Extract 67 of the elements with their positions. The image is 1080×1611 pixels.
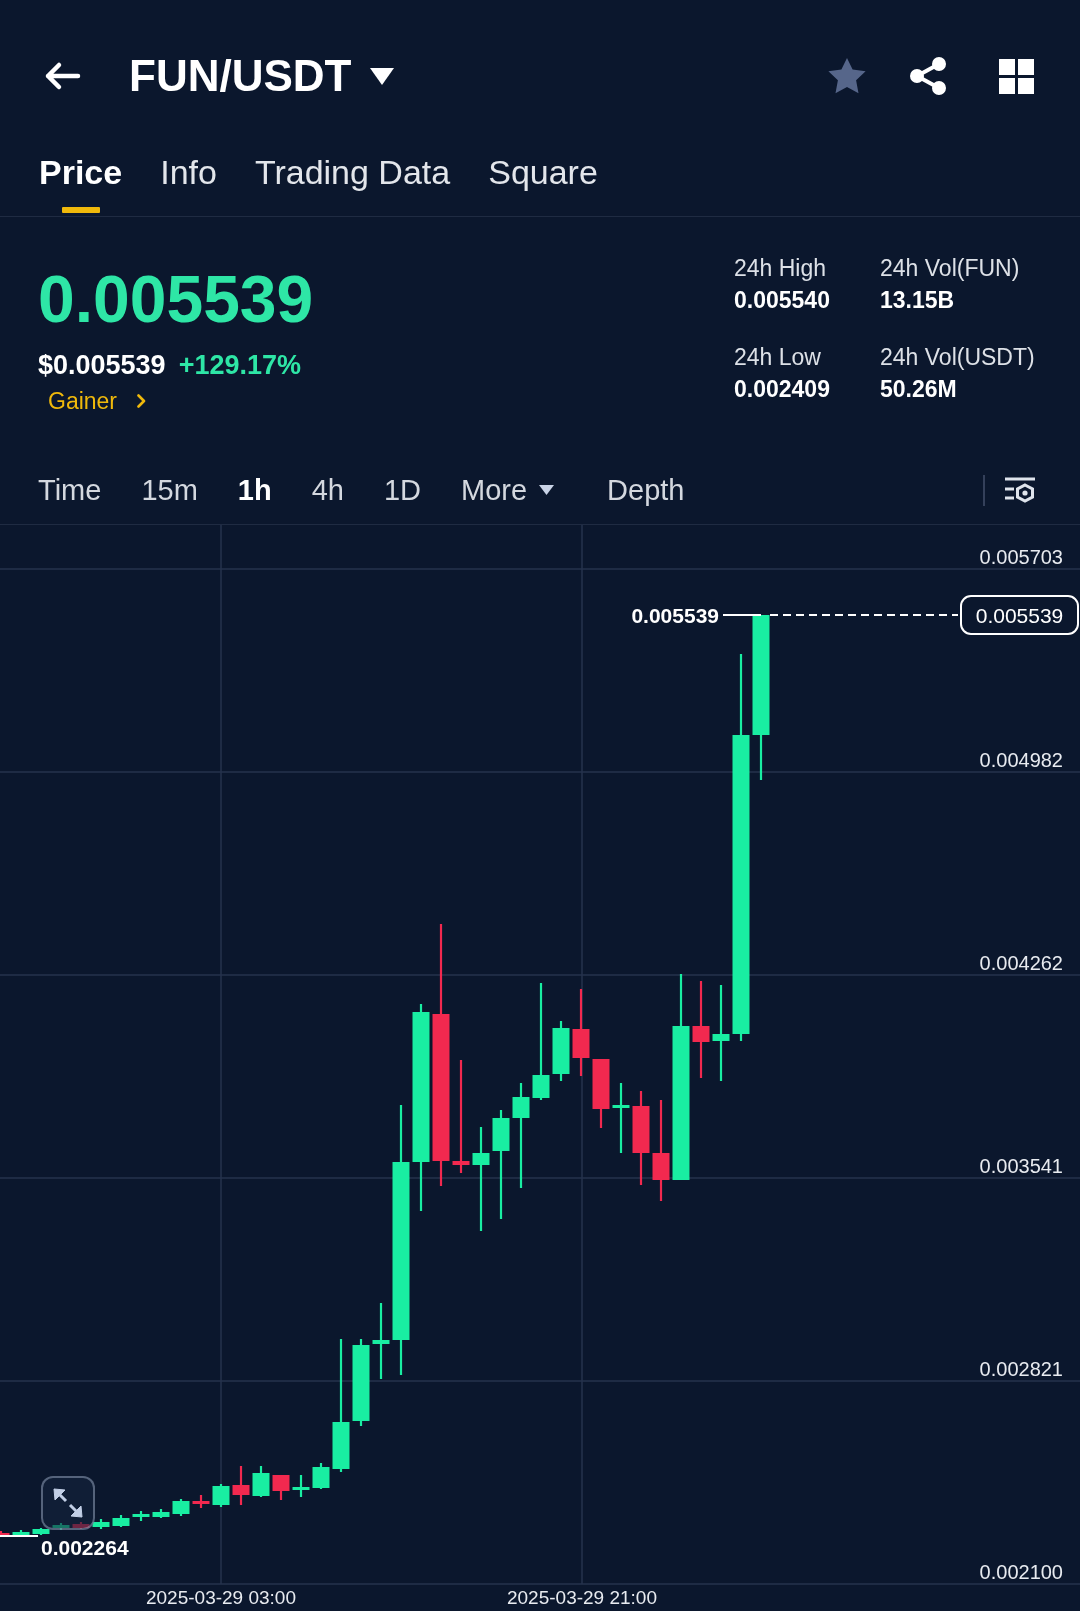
interval-tab[interactable]: 1D [383, 472, 421, 508]
leader-line [722, 614, 762, 616]
candle [312, 1463, 330, 1489]
candle [272, 1475, 290, 1500]
gainer-link[interactable]: Gainer [48, 387, 147, 415]
chart-settings-icon[interactable] [1005, 477, 1035, 503]
tab[interactable]: Info [160, 152, 217, 213]
stat-label: 24h Vol(FUN) [880, 254, 1021, 283]
caret-down-icon [539, 485, 555, 495]
candle [112, 1515, 130, 1527]
price-axis-label: 0.002100 [979, 1561, 1063, 1583]
chevron-right-icon [137, 394, 147, 408]
candle [192, 1495, 210, 1508]
time-axis-label: 2025-03-29 03:00 [146, 1587, 296, 1608]
candle [252, 1466, 270, 1497]
time-axis-label: 2025-03-29 21:00 [507, 1587, 657, 1608]
stat-value: 13.15B [880, 286, 956, 315]
expand-icon [53, 1488, 83, 1518]
candle [292, 1475, 310, 1497]
candle [172, 1499, 190, 1516]
tab[interactable]: Price [39, 152, 123, 213]
candle [12, 1530, 30, 1536]
interval-tab[interactable]: 4h [311, 472, 344, 508]
low-price-label: 0.002264 [41, 1536, 129, 1559]
interval-tab[interactable]: 1h [237, 472, 272, 508]
candle [232, 1466, 250, 1505]
share-icon[interactable] [909, 57, 947, 95]
interval-tab[interactable]: Time [38, 472, 102, 508]
stat-value: 50.26M [880, 375, 958, 404]
grid-icon[interactable] [999, 58, 1034, 94]
price-axis-label: 0.002821 [979, 1358, 1063, 1380]
candle [212, 1484, 230, 1507]
last-price: 0.005539 [38, 266, 314, 332]
price-axis-label: 0.005703 [979, 546, 1063, 568]
candle [552, 1021, 570, 1081]
candle [52, 1523, 70, 1530]
candle [32, 1528, 50, 1535]
usd-price: $0.005539 [38, 350, 166, 380]
price-axis-label: 0.003541 [979, 1155, 1063, 1177]
stat-label: 24h Low [734, 343, 822, 372]
depth-tab[interactable]: Depth [607, 472, 685, 508]
star-icon[interactable] [828, 58, 866, 94]
back-icon[interactable] [43, 61, 81, 91]
stat-label: 24h Vol(USDT) [880, 343, 1036, 372]
candle [592, 1059, 610, 1128]
candle [132, 1511, 150, 1521]
last-price-tag: 0.005539 [960, 595, 1079, 635]
tab[interactable]: Square [488, 152, 598, 213]
candle [72, 1522, 90, 1529]
candle [92, 1519, 110, 1529]
tab[interactable]: Trading Data [254, 152, 451, 213]
caret-down-icon [370, 67, 395, 85]
price-change: +129.17% [178, 350, 301, 380]
more-dropdown[interactable]: More [461, 472, 555, 508]
stat-label: 24h High [734, 254, 828, 283]
stat-value: 0.002409 [734, 375, 831, 404]
candle [152, 1509, 170, 1518]
price-axis-label: 0.004262 [979, 952, 1063, 974]
candle [612, 1083, 630, 1153]
pair-selector[interactable]: FUN/USDT [129, 50, 395, 102]
candle [0, 1531, 10, 1537]
stat-value: 0.005540 [734, 286, 831, 315]
price-axis-label: 0.004982 [979, 749, 1063, 771]
expand-chart-button[interactable] [41, 1476, 95, 1530]
interval-tab[interactable]: 15m [141, 472, 198, 508]
leader-line [0, 1535, 39, 1537]
high-price-label: 0.005539 [631, 604, 719, 627]
